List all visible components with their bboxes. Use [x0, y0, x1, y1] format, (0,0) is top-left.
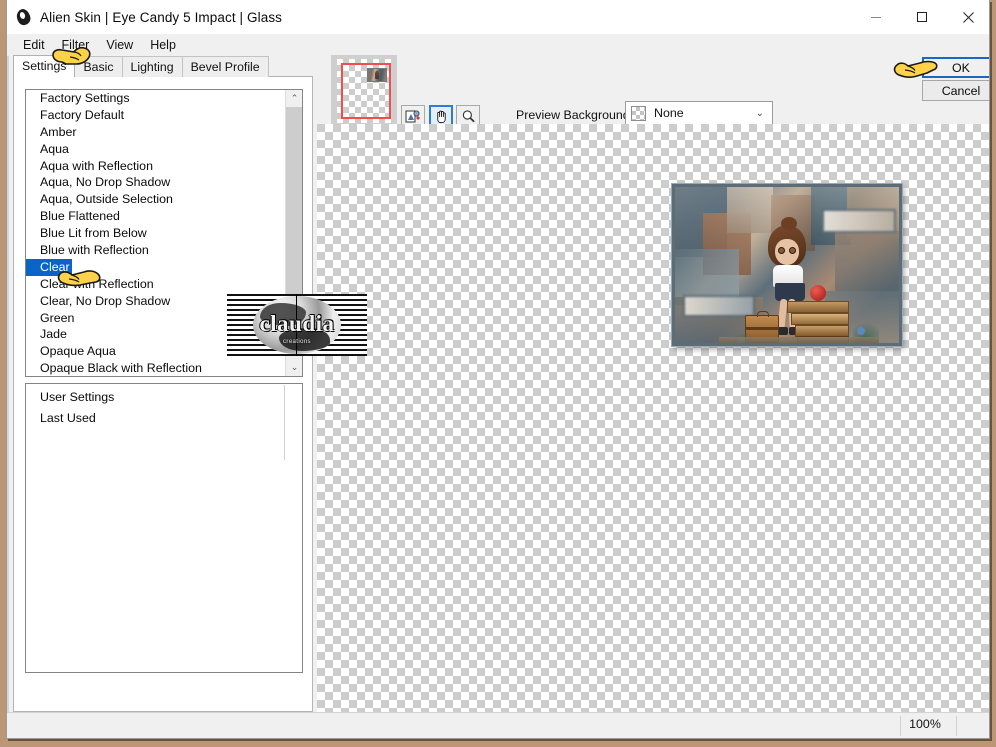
settings-panel: Factory Settings Factory Default Amber A… — [13, 76, 313, 712]
application-window: Alien Skin | Eye Candy 5 Impact | Glass … — [6, 0, 990, 739]
scroll-down-icon[interactable]: ⌄ — [286, 359, 302, 376]
list-item[interactable]: Aqua — [26, 141, 287, 158]
artwork-patch — [835, 231, 899, 291]
close-button[interactable] — [945, 0, 989, 34]
list-item[interactable]: Factory Settings — [26, 90, 287, 107]
artwork-doll-shoe — [778, 327, 788, 335]
claudia-watermark: claudia creations — [227, 294, 367, 356]
pointer-hand-cursor-clear-item — [56, 264, 102, 292]
preview-background-select[interactable]: None ⌄ — [625, 101, 773, 125]
preview-canvas[interactable] — [317, 132, 989, 712]
watermark-text: claudia — [259, 311, 335, 336]
pointer-hand-cursor-filter-menu — [48, 40, 94, 70]
list-item[interactable]: Blue Flattened — [26, 208, 287, 225]
list-item[interactable]: Opaque Black with Reflection — [26, 360, 287, 376]
user-list-divider — [284, 385, 285, 460]
window-title: Alien Skin | Eye Candy 5 Impact | Glass — [40, 9, 283, 25]
transparency-swatch-icon — [631, 105, 646, 121]
status-bar: 100% — [7, 712, 989, 738]
minimize-button[interactable] — [853, 0, 899, 34]
list-item-user-settings[interactable]: User Settings — [26, 389, 302, 406]
preview-artwork — [672, 184, 902, 346]
list-item[interactable]: Amber — [26, 124, 287, 141]
artwork-doll-eye — [789, 247, 796, 254]
watermark-subtext: creations — [283, 339, 311, 345]
maximize-button[interactable] — [899, 0, 945, 34]
list-item[interactable]: Blue with Reflection — [26, 242, 287, 259]
user-settings-list[interactable]: User Settings Last Used — [25, 383, 303, 673]
artwork-book — [791, 313, 849, 325]
artwork-apple — [810, 285, 826, 301]
artwork-suitcase-handle — [757, 311, 769, 317]
list-item[interactable]: Aqua, Outside Selection — [26, 191, 287, 208]
menu-item-help[interactable]: Help — [142, 36, 185, 54]
list-item-last-used[interactable]: Last Used — [26, 410, 302, 427]
scroll-up-icon[interactable]: ⌃ — [286, 90, 302, 107]
artwork-doll-bun — [781, 217, 797, 230]
artwork-doll-eye — [778, 247, 785, 254]
preview-background-label: Preview Background: — [516, 108, 634, 122]
window-controls — [853, 0, 989, 34]
artwork-patch — [727, 187, 773, 233]
status-separator — [956, 716, 957, 736]
artwork-flower — [857, 327, 865, 335]
alien-head-icon — [14, 7, 33, 27]
zoom-level-indicator: 100% — [909, 717, 941, 731]
artwork-ground — [719, 337, 879, 343]
navigator-panel[interactable] — [331, 55, 397, 127]
menu-item-view[interactable]: View — [98, 36, 142, 54]
tab-bevel-profile[interactable]: Bevel Profile — [181, 56, 269, 77]
list-item[interactable]: Blue Lit from Below — [26, 225, 287, 242]
list-item[interactable]: Aqua with Reflection — [26, 158, 287, 175]
pointer-hand-cursor-ok-button — [893, 56, 939, 84]
artwork-book — [787, 301, 849, 313]
title-bar: Alien Skin | Eye Candy 5 Impact | Glass — [7, 0, 989, 34]
list-item[interactable]: Factory Default — [26, 107, 287, 124]
tab-lighting[interactable]: Lighting — [121, 56, 183, 77]
list-item[interactable]: Aqua, No Drop Shadow — [26, 174, 287, 191]
navigator-viewport-rect[interactable] — [341, 63, 391, 119]
artwork-light-bar — [822, 209, 896, 233]
navigator-canvas[interactable] — [337, 59, 391, 123]
canvas-top-strip — [317, 124, 989, 132]
desktop-background: Alien Skin | Eye Candy 5 Impact | Glass … — [0, 0, 996, 747]
chevron-down-icon[interactable]: ⌄ — [756, 108, 764, 119]
artwork-light-bar — [683, 295, 755, 317]
preview-background-value: None — [654, 106, 684, 120]
